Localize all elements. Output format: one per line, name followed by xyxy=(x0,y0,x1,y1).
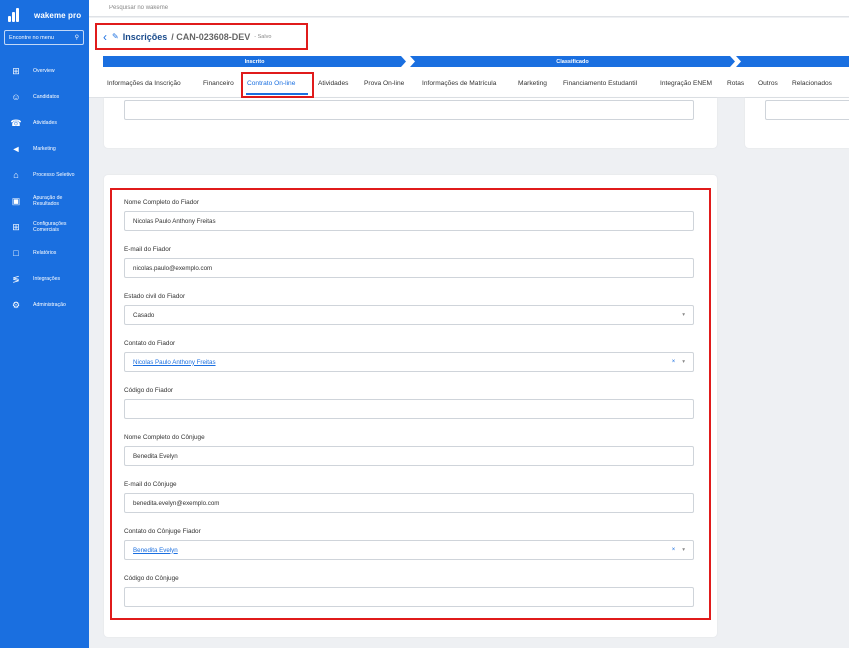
side-field-input[interactable] xyxy=(765,100,849,120)
page-title[interactable]: Inscrições xyxy=(123,32,168,42)
tab-financiamento-estudantil[interactable]: Financiamento Estudantil xyxy=(563,80,637,87)
tab-relacionados[interactable]: Relacionados xyxy=(792,80,832,87)
previous-field-input[interactable] xyxy=(124,100,694,120)
save-status: - Salvo xyxy=(254,33,272,40)
menu-search-input[interactable]: Encontre no menu ⚲ xyxy=(4,30,84,45)
field-value: Casado xyxy=(133,311,155,319)
field-value: Nicolas Paulo Anthony Freitas xyxy=(133,217,216,225)
tab-informacoes-inscricao[interactable]: Informações da Inscrição xyxy=(107,80,181,87)
sidebar-item-relatorios[interactable]: □ Relatórios xyxy=(0,240,89,266)
field-value: nicolas.paulo@exemplo.com xyxy=(133,264,213,272)
estado-civil-select[interactable]: Casado ▾ xyxy=(124,305,694,325)
nome-fiador-input[interactable]: Nicolas Paulo Anthony Freitas xyxy=(124,211,694,231)
field-label: E-mail do Cônjuge xyxy=(124,481,177,488)
share-icon: ≶ xyxy=(12,273,20,284)
record-id: / CAN-023608-DEV xyxy=(171,31,251,42)
stage-inscrito[interactable]: Inscrito xyxy=(103,56,406,67)
sidebar-item-label: Relatórios xyxy=(33,250,57,256)
field-label: Estado civil do Fiador xyxy=(124,293,186,300)
sidebar: wakeme pro Encontre no menu ⚲ ⊞ Overview… xyxy=(0,0,89,648)
side-section-card xyxy=(745,98,849,148)
sidebar-item-label: Administração xyxy=(33,302,66,308)
active-tab-highlight xyxy=(241,72,314,98)
sidebar-item-overview[interactable]: ⊞ Overview xyxy=(0,58,89,84)
record-header: ‹ ✎ Inscrições / CAN-023608-DEV - Salvo … xyxy=(89,18,849,98)
field-value: benedita.evelyn@exemplo.com xyxy=(133,499,220,507)
back-chevron-icon[interactable]: ‹ xyxy=(103,31,107,43)
nome-conjuge-input[interactable]: Benedita Evelyn xyxy=(124,446,694,466)
users-icon: ☺ xyxy=(11,91,21,102)
tab-marketing[interactable]: Marketing xyxy=(518,80,547,87)
tab-prova-online[interactable]: Prova On-line xyxy=(364,80,404,87)
sidebar-item-administracao[interactable]: ⚙ Administração xyxy=(0,292,89,318)
contato-conjuge-link[interactable]: Benedita Evelyn xyxy=(133,547,178,554)
pencil-icon[interactable]: ✎ xyxy=(112,32,119,41)
email-fiador-input[interactable]: nicolas.paulo@exemplo.com xyxy=(124,258,694,278)
contato-conjuge-lookup[interactable]: Benedita Evelyn × ▾ xyxy=(124,540,694,560)
sidebar-item-apuracao[interactable]: ▣ Apuração de Resultados xyxy=(0,188,89,214)
clear-icon[interactable]: × xyxy=(672,359,676,365)
guarantor-form-card: Nome Completo do Fiador Nicolas Paulo An… xyxy=(104,175,717,637)
sidebar-item-integracoes[interactable]: ≶ Integrações xyxy=(0,266,89,292)
sidebar-item-candidatos[interactable]: ☺ Candidatos xyxy=(0,84,89,110)
contato-fiador-link[interactable]: Nicolas Paulo Anthony Freitas xyxy=(133,359,216,366)
gear-icon: ⚙ xyxy=(11,299,21,310)
brand-name: wakeme pro xyxy=(34,10,82,20)
sidebar-item-label: Configurações Comerciais xyxy=(33,221,67,233)
sidebar-item-label: Atividades xyxy=(33,120,57,126)
codigo-conjuge-input[interactable] xyxy=(124,587,694,607)
tab-outros[interactable]: Outros xyxy=(758,80,778,87)
tab-atividades[interactable]: Atividades xyxy=(318,80,348,87)
codigo-fiador-input[interactable] xyxy=(124,399,694,419)
sidebar-item-label: Integrações xyxy=(33,276,61,282)
tab-integracao-enem[interactable]: Integração ENEM xyxy=(660,80,712,87)
tab-financeiro[interactable]: Financeiro xyxy=(203,80,234,87)
sidebar-item-label: Overview xyxy=(33,68,55,74)
sidebar-item-label: Apuração de Resultados xyxy=(33,195,63,207)
clear-icon[interactable]: × xyxy=(672,547,676,553)
field-label: Contato do Cônjuge Fiador xyxy=(124,528,201,535)
stage-progress-bar: Inscrito Classificado xyxy=(103,56,849,67)
tab-rotas[interactable]: Rotas xyxy=(727,80,744,87)
breadcrumb: ‹ ✎ Inscrições / CAN-023608-DEV - Salvo xyxy=(95,23,308,50)
stage-classificado[interactable]: Classificado xyxy=(410,56,735,67)
report-icon: □ xyxy=(13,247,19,258)
tab-informacoes-matricula[interactable]: Informações de Matrícula xyxy=(422,80,496,87)
document-icon: ▣ xyxy=(11,195,21,206)
graduation-cap-icon: ⌂ xyxy=(13,169,19,180)
sidebar-item-label: Marketing xyxy=(33,146,56,152)
sidebar-item-processo-seletivo[interactable]: ⌂ Processo Seletivo xyxy=(0,162,89,188)
field-label: Contato do Fiador xyxy=(124,340,176,347)
search-icon: ⚲ xyxy=(74,35,79,41)
megaphone-icon: ◄ xyxy=(11,143,21,154)
field-label: Nome Completo do Cônjuge xyxy=(124,434,205,441)
brand[interactable]: wakeme pro xyxy=(0,2,89,28)
sidebar-item-label: Processo Seletivo xyxy=(33,172,75,178)
global-search-input[interactable] xyxy=(95,1,845,14)
stage-next[interactable] xyxy=(736,56,849,67)
previous-section-card xyxy=(104,98,717,148)
phone-icon: ☎ xyxy=(10,117,22,128)
tab-bar: Informações da Inscrição Financeiro Cont… xyxy=(89,72,849,98)
grid-icon: ⊞ xyxy=(12,65,20,76)
sidebar-item-marketing[interactable]: ◄ Marketing xyxy=(0,136,89,162)
field-label: Nome Completo do Fiador xyxy=(124,199,199,206)
field-label: Código do Fiador xyxy=(124,387,174,394)
global-search-bar xyxy=(89,0,849,17)
chevron-down-icon[interactable]: ▾ xyxy=(682,359,685,365)
field-label: Código do Cônjuge xyxy=(124,575,179,582)
field-value: Benedita Evelyn xyxy=(133,452,178,460)
email-conjuge-input[interactable]: benedita.evelyn@exemplo.com xyxy=(124,493,694,513)
sidebar-item-label: Candidatos xyxy=(33,94,60,100)
sidebar-item-atividades[interactable]: ☎ Atividades xyxy=(0,110,89,136)
contato-fiador-lookup[interactable]: Nicolas Paulo Anthony Freitas × ▾ xyxy=(124,352,694,372)
sidebar-nav: ⊞ Overview ☺ Candidatos ☎ Atividades ◄ M… xyxy=(0,58,89,318)
chevron-down-icon[interactable]: ▾ xyxy=(682,547,685,553)
menu-search-label: Encontre no menu xyxy=(9,34,54,41)
sidebar-item-configuracoes[interactable]: ⊞ Configurações Comerciais xyxy=(0,214,89,240)
grid-icon: ⊞ xyxy=(12,221,20,232)
field-label: E-mail do Fiador xyxy=(124,246,171,253)
chevron-down-icon[interactable]: ▾ xyxy=(682,312,685,318)
wakeme-logo-icon xyxy=(8,8,22,22)
